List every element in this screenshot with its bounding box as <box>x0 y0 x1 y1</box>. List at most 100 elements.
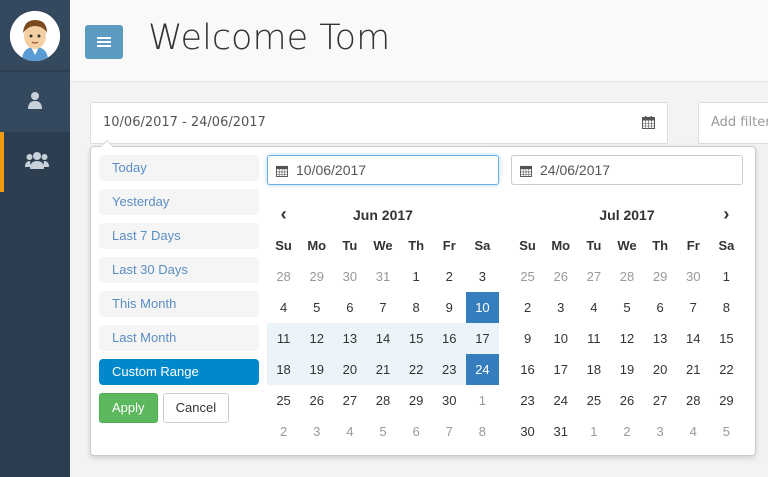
calendar-day[interactable]: 2 <box>267 416 300 447</box>
calendar-day[interactable]: 6 <box>400 416 433 447</box>
calendar-day[interactable]: 28 <box>366 385 399 416</box>
calendar-day[interactable]: 15 <box>710 323 743 354</box>
calendar-day[interactable]: 22 <box>399 354 433 385</box>
range-option[interactable]: Last Month <box>99 325 259 351</box>
calendar-day[interactable]: 24 <box>544 385 577 416</box>
calendar-day[interactable]: 23 <box>432 354 466 385</box>
calendar-day[interactable]: 28 <box>677 385 710 416</box>
calendar-day[interactable]: 10 <box>465 292 499 323</box>
calendar-day[interactable]: 30 <box>677 261 710 292</box>
calendar-day[interactable]: 21 <box>366 354 400 385</box>
calendar-day[interactable]: 7 <box>433 416 466 447</box>
range-option[interactable]: Last 7 Days <box>99 223 259 249</box>
calendar-day[interactable]: 27 <box>577 261 610 292</box>
avatar[interactable] <box>10 11 60 61</box>
calendar-day[interactable]: 11 <box>577 323 610 354</box>
calendar-day[interactable]: 3 <box>466 261 499 292</box>
calendar-day[interactable]: 7 <box>366 292 399 323</box>
start-date-input[interactable]: 10/06/2017 <box>267 155 499 185</box>
calendar-day[interactable]: 13 <box>644 323 677 354</box>
calendar-day[interactable]: 15 <box>399 323 433 354</box>
calendar-day[interactable]: 29 <box>300 261 333 292</box>
calendar-day[interactable]: 22 <box>710 354 743 385</box>
calendar-day[interactable]: 4 <box>333 416 366 447</box>
calendar-day[interactable]: 25 <box>267 385 300 416</box>
calendar-day[interactable]: 19 <box>610 354 643 385</box>
calendar-day[interactable]: 25 <box>511 261 544 292</box>
calendar-day[interactable]: 1 <box>710 261 743 292</box>
calendar-day[interactable]: 16 <box>432 323 466 354</box>
calendar-day[interactable]: 14 <box>366 323 400 354</box>
calendar-day[interactable]: 31 <box>544 416 577 447</box>
calendar-day[interactable]: 1 <box>466 385 499 416</box>
calendar-day[interactable]: 3 <box>300 416 333 447</box>
calendar-day[interactable]: 26 <box>544 261 577 292</box>
range-option[interactable]: Custom Range <box>99 359 259 385</box>
calendar-day[interactable]: 3 <box>544 292 577 323</box>
calendar-day[interactable]: 29 <box>710 385 743 416</box>
calendar-day[interactable]: 2 <box>511 292 544 323</box>
calendar-day[interactable]: 9 <box>511 323 544 354</box>
calendar-day[interactable]: 30 <box>511 416 544 447</box>
calendar-day[interactable]: 30 <box>333 261 366 292</box>
calendar-day[interactable]: 28 <box>610 261 643 292</box>
calendar-day[interactable]: 4 <box>577 292 610 323</box>
calendar-day[interactable]: 4 <box>267 292 300 323</box>
calendar-day[interactable]: 20 <box>644 354 677 385</box>
calendar-day[interactable]: 31 <box>366 261 399 292</box>
calendar-day[interactable]: 8 <box>400 292 433 323</box>
calendar-day[interactable]: 27 <box>333 385 366 416</box>
calendar-day[interactable]: 5 <box>300 292 333 323</box>
range-option[interactable]: Yesterday <box>99 189 259 215</box>
calendar-day[interactable]: 2 <box>433 261 466 292</box>
menu-toggle-button[interactable] <box>85 25 123 59</box>
calendar-day[interactable]: 7 <box>677 292 710 323</box>
calendar-day[interactable]: 26 <box>300 385 333 416</box>
calendar-day[interactable]: 1 <box>400 261 433 292</box>
calendar-day[interactable]: 5 <box>366 416 399 447</box>
calendar-day[interactable]: 3 <box>644 416 677 447</box>
calendar-day[interactable]: 14 <box>677 323 710 354</box>
calendar-day[interactable]: 23 <box>511 385 544 416</box>
calendar-day[interactable]: 11 <box>267 323 301 354</box>
calendar-day[interactable]: 30 <box>433 385 466 416</box>
cancel-button[interactable]: Cancel <box>162 393 230 423</box>
calendar-day[interactable]: 2 <box>610 416 643 447</box>
calendar-day[interactable]: 21 <box>677 354 710 385</box>
next-month-icon[interactable]: › <box>710 199 743 230</box>
calendar-day[interactable]: 24 <box>465 354 499 385</box>
calendar-day[interactable]: 28 <box>267 261 300 292</box>
calendar-day[interactable]: 12 <box>610 323 643 354</box>
calendar-day[interactable]: 1 <box>577 416 610 447</box>
prev-month-icon[interactable]: ‹ <box>267 199 300 230</box>
calendar-day[interactable]: 17 <box>465 323 499 354</box>
calendar-day[interactable]: 5 <box>710 416 743 447</box>
add-filter-input[interactable]: Add filter <box>698 102 768 144</box>
range-option[interactable]: Last 30 Days <box>99 257 259 283</box>
calendar-day[interactable]: 16 <box>511 354 544 385</box>
calendar-day[interactable]: 25 <box>577 385 610 416</box>
calendar-day[interactable]: 29 <box>644 261 677 292</box>
calendar-day[interactable]: 27 <box>644 385 677 416</box>
calendar-day[interactable]: 12 <box>300 323 334 354</box>
end-date-input[interactable]: 24/06/2017 <box>511 155 743 185</box>
calendar-day[interactable]: 6 <box>644 292 677 323</box>
daterange-input[interactable]: 10/06/2017 - 24/06/2017 <box>90 102 668 144</box>
calendar-day[interactable]: 13 <box>333 323 367 354</box>
apply-button[interactable]: Apply <box>99 393 158 423</box>
calendar-day[interactable]: 4 <box>677 416 710 447</box>
calendar-day[interactable]: 26 <box>610 385 643 416</box>
calendar-day[interactable]: 9 <box>433 292 466 323</box>
calendar-day[interactable]: 5 <box>610 292 643 323</box>
calendar-day[interactable]: 10 <box>544 323 577 354</box>
calendar-day[interactable]: 19 <box>300 354 334 385</box>
calendar-day[interactable]: 8 <box>466 416 499 447</box>
calendar-day[interactable]: 29 <box>400 385 433 416</box>
sidebar-item-users[interactable] <box>0 132 70 192</box>
sidebar-item-profile[interactable] <box>0 72 70 132</box>
calendar-day[interactable]: 6 <box>333 292 366 323</box>
range-option[interactable]: Today <box>99 155 259 181</box>
calendar-day[interactable]: 8 <box>710 292 743 323</box>
calendar-day[interactable]: 20 <box>333 354 367 385</box>
range-option[interactable]: This Month <box>99 291 259 317</box>
